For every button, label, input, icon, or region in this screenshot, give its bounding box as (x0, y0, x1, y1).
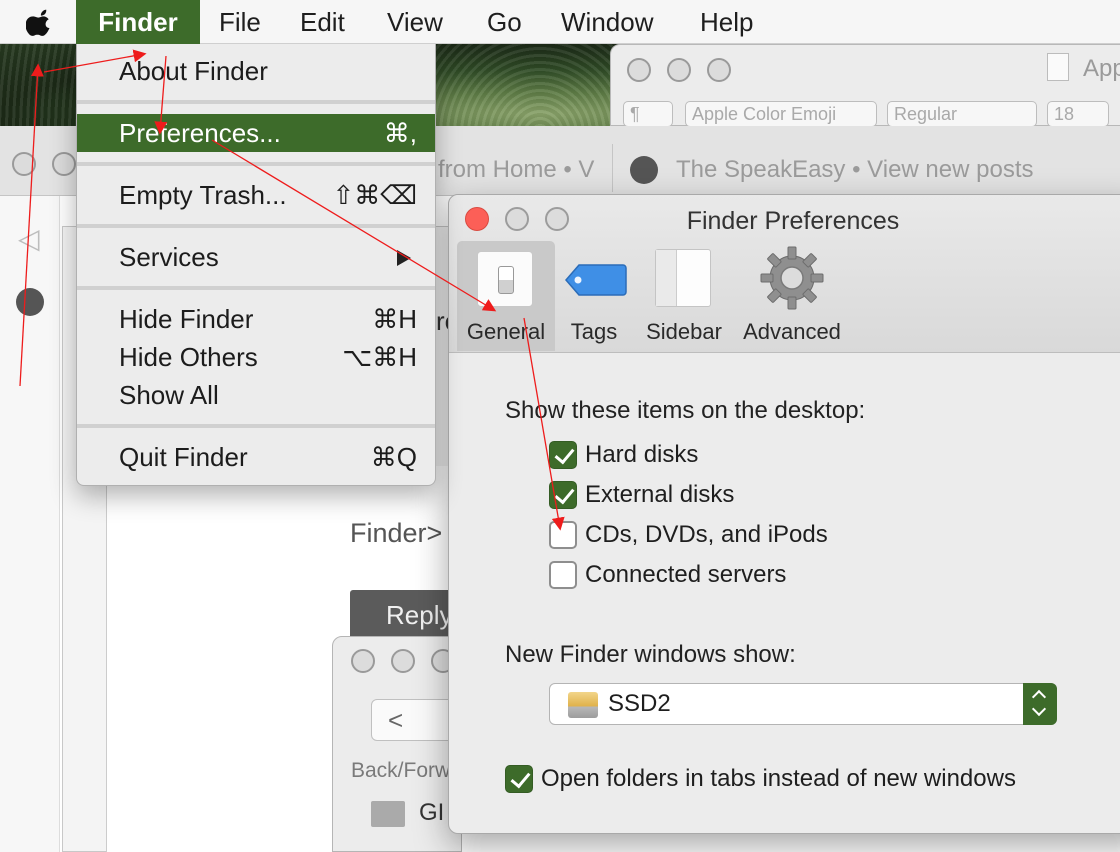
safari-close-button[interactable] (12, 152, 36, 176)
menu-bar: Finder File Edit View Go Window Help (0, 0, 1120, 44)
font-size-field[interactable]: 18 (1047, 101, 1109, 127)
menu-item-show-all[interactable]: Show All (77, 376, 435, 414)
window-title: Finder Preferences (686, 207, 900, 235)
apple-logo-icon (26, 9, 50, 36)
finder-window: < Back/Forw GI (332, 636, 463, 852)
back-forward-label: Back/Forw (351, 759, 451, 782)
tab-label: Sidebar (646, 319, 722, 344)
menu-edit[interactable]: Edit (300, 0, 345, 44)
globe-icon (16, 288, 44, 316)
font-style-popup[interactable]: Regular (887, 101, 1037, 127)
cds-dvds-ipods-checkbox[interactable] (549, 521, 577, 549)
menu-separator (77, 100, 435, 104)
menu-shortcut: ⌘Q (370, 442, 417, 472)
open-folders-in-tabs-checkbox[interactable] (505, 765, 533, 793)
menu-item-hide-others[interactable]: Hide Others ⌥⌘H (77, 338, 435, 376)
paragraph-style-popup[interactable]: ¶ (623, 101, 673, 127)
menu-go[interactable]: Go (487, 0, 522, 44)
new-windows-label: New Finder windows show: (505, 641, 796, 668)
safari-minimize-button[interactable] (52, 152, 76, 176)
open-folders-in-tabs-label: Open folders in tabs instead of new wind… (541, 765, 1016, 792)
popup-chevrons-icon[interactable] (1023, 683, 1057, 725)
gear-icon (760, 246, 824, 310)
menu-item-label: Hide Finder (119, 304, 254, 334)
connected-servers-label: Connected servers (585, 561, 787, 588)
menu-item-label: Quit Finder (119, 442, 248, 472)
external-disks-checkbox[interactable] (549, 481, 577, 509)
menu-item-about-finder[interactable]: About Finder (77, 52, 435, 90)
back-arrow-icon[interactable]: ◁ (18, 222, 40, 255)
menu-item-label: Show All (119, 380, 219, 410)
reply-button[interactable]: Reply (350, 590, 460, 640)
menu-finder[interactable]: Finder (76, 0, 200, 44)
general-pane: Show these items on the desktop: Hard di… (449, 353, 1120, 833)
menu-item-preferences[interactable]: Preferences... ⌘, (77, 114, 435, 152)
menu-separator (77, 424, 435, 428)
tab-general[interactable]: General (457, 241, 555, 351)
hard-drive-icon (568, 692, 598, 718)
safari-tab-home[interactable]: from Home • V (438, 156, 594, 184)
light-switch-icon (477, 251, 533, 307)
desktop-items-heading: Show these items on the desktop: (505, 397, 866, 424)
textedit-minimize-button[interactable] (667, 58, 691, 82)
menu-item-label: Services (119, 242, 219, 272)
menu-shortcut: ⌘H (372, 304, 417, 334)
textedit-window: App ¶ Apple Color Emoji Regular 18 (610, 44, 1120, 127)
apple-menu-icon[interactable] (26, 0, 56, 44)
globe-icon (630, 156, 658, 184)
menu-item-empty-trash[interactable]: Empty Trash... ⇧⌘⌫ (77, 176, 435, 214)
menu-help[interactable]: Help (700, 0, 753, 44)
textedit-zoom-button[interactable] (707, 58, 731, 82)
hard-disks-label: Hard disks (585, 441, 699, 468)
tab-advanced[interactable]: Advanced (739, 241, 845, 351)
menu-item-label: Empty Trash... (119, 180, 287, 210)
menu-item-quit-finder[interactable]: Quit Finder ⌘Q (77, 438, 435, 476)
menu-item-label: About Finder (119, 56, 268, 86)
menu-view[interactable]: View (387, 0, 443, 44)
new-windows-popup[interactable]: SSD2 (549, 683, 1057, 725)
font-family-popup[interactable]: Apple Color Emoji (685, 101, 877, 127)
menu-file[interactable]: File (219, 0, 261, 44)
tab-label: General (466, 319, 546, 344)
menu-shortcut: ⇧⌘⌫ (332, 180, 417, 210)
breadcrumb-finder: Finder> (350, 518, 443, 548)
finder-minimize-button[interactable] (391, 649, 415, 673)
preferences-toolbar: Finder Preferences General Tags Sidebar (449, 195, 1120, 353)
tab-divider (612, 144, 613, 192)
menu-separator (77, 224, 435, 228)
finder-close-button[interactable] (351, 649, 375, 673)
tab-sidebar[interactable]: Sidebar (639, 241, 729, 351)
external-disks-label: External disks (585, 481, 735, 508)
connected-servers-checkbox[interactable] (549, 561, 577, 589)
finder-list-item[interactable]: GI (419, 799, 444, 827)
folder-icon (371, 801, 405, 827)
finder-menu-dropdown: About Finder Preferences... ⌘, Empty Tra… (76, 44, 436, 486)
back-chevron-icon[interactable]: < (388, 705, 403, 736)
new-windows-value: SSD2 (608, 690, 671, 717)
menu-item-services[interactable]: Services (77, 238, 435, 276)
hard-disks-checkbox[interactable] (549, 441, 577, 469)
menu-window[interactable]: Window (561, 0, 653, 44)
cds-dvds-ipods-label: CDs, DVDs, and iPods (585, 521, 828, 548)
menu-shortcut: ⌘, (383, 118, 417, 148)
menu-item-label: Preferences... (119, 118, 281, 148)
menu-separator (77, 162, 435, 166)
menu-item-hide-finder[interactable]: Hide Finder ⌘H (77, 300, 435, 338)
finder-preferences-window: Finder Preferences General Tags Sidebar (448, 194, 1120, 834)
menu-separator (77, 286, 435, 290)
tag-icon (565, 264, 627, 296)
document-icon (1047, 53, 1069, 81)
menu-item-label: Hide Others (119, 342, 258, 372)
textedit-close-button[interactable] (627, 58, 651, 82)
tab-tags[interactable]: Tags (559, 241, 629, 351)
tab-label: Tags (570, 319, 618, 344)
textedit-title: App (1083, 55, 1120, 82)
safari-tab-speakeasy[interactable]: The SpeakEasy • View new posts (676, 156, 1033, 184)
sidebar-icon (655, 249, 711, 307)
tab-label: Advanced (743, 319, 841, 344)
menu-shortcut: ⌥⌘H (342, 342, 417, 372)
submenu-arrow-icon (397, 250, 411, 266)
